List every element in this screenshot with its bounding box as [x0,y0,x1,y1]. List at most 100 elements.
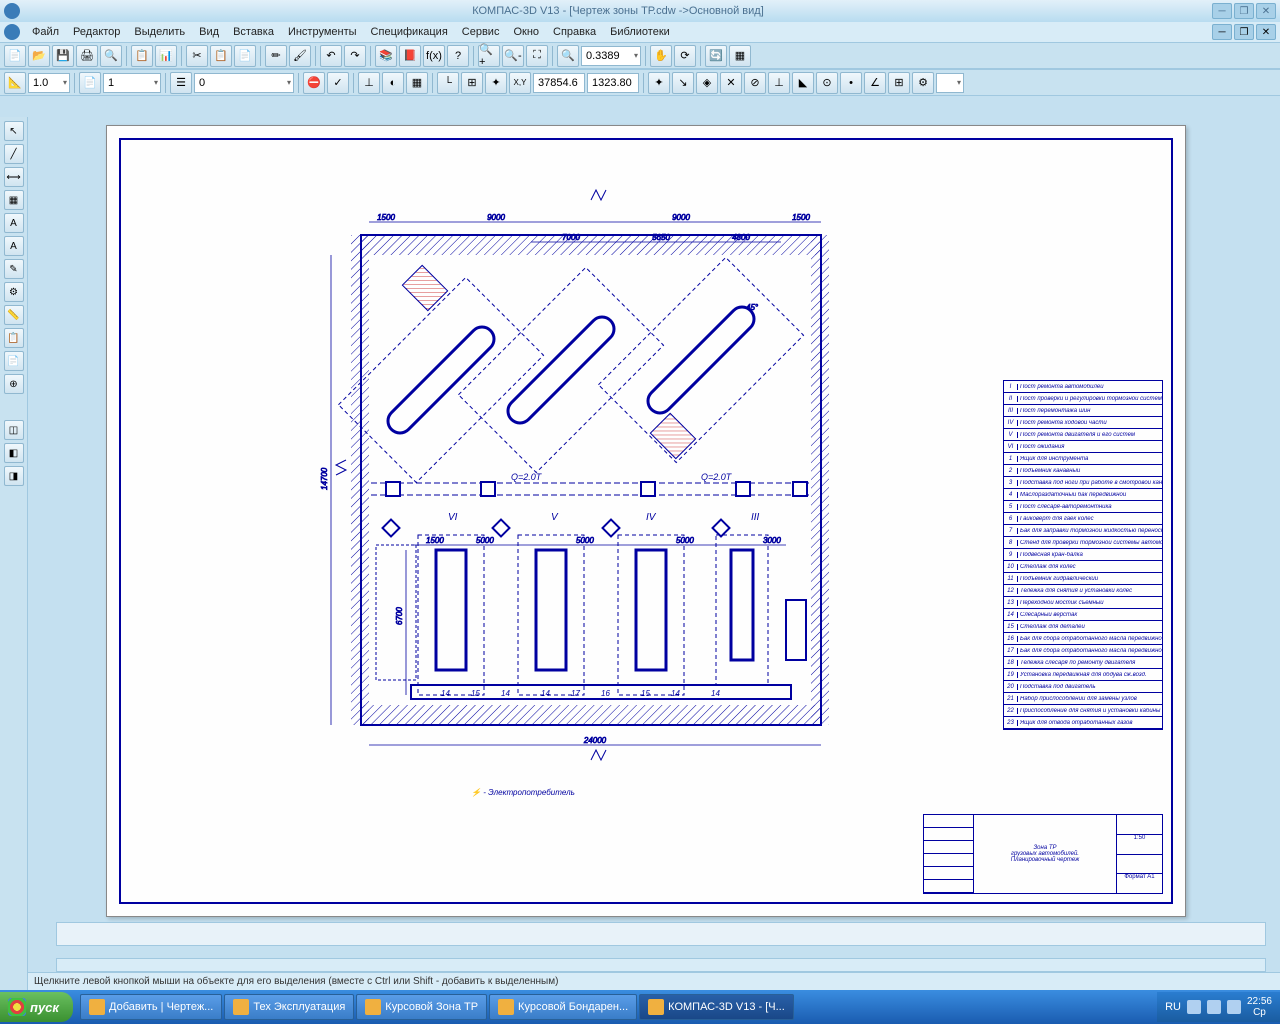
menu-file[interactable]: Файл [26,24,65,40]
snap-tan-button[interactable]: ⊘ [744,72,766,94]
hatch-tool[interactable]: ▦ [4,190,24,210]
menu-service[interactable]: Сервис [456,24,506,40]
scale2-combo[interactable]: 1 [103,73,161,93]
check-button[interactable]: ✓ [327,72,349,94]
open-button[interactable]: 📂 [28,45,50,67]
snap-button[interactable]: ✦ [485,72,507,94]
view-tool[interactable]: ◫ [4,420,24,440]
view1-button[interactable]: ▦ [729,45,751,67]
stop-button[interactable]: ⛔ [303,72,325,94]
text2-tool[interactable]: A [4,236,24,256]
dim-tool[interactable]: ⟷ [4,167,24,187]
coord-x-input[interactable] [533,73,585,93]
edit-tool[interactable]: ✎ [4,259,24,279]
view3-tool[interactable]: ◨ [4,466,24,486]
edit-button[interactable]: ✏ [265,45,287,67]
pan-button[interactable]: ✋ [650,45,672,67]
task-item-2[interactable]: Тех Эксплуатация [224,994,354,1020]
snap-int-button[interactable]: ✕ [720,72,742,94]
snap-norm-button[interactable]: ⊥ [768,72,790,94]
tray-icon-3[interactable] [1227,1000,1241,1014]
redo-button[interactable]: ↷ [344,45,366,67]
scale1-combo[interactable]: 1.0 [28,73,70,93]
props-button[interactable]: 📋 [131,45,153,67]
menu-view[interactable]: Вид [193,24,225,40]
task-item-3[interactable]: Курсовой Зона ТР [356,994,487,1020]
canvas[interactable]: Q=2.0Т Q=2.0Т [28,117,1280,990]
lang-indicator[interactable]: RU [1165,1001,1181,1013]
round-button[interactable]: ◐ [382,72,404,94]
zoom-fit-button[interactable]: ⛶ [526,45,548,67]
property-panel[interactable] [56,922,1266,946]
line-tool[interactable]: ╱ [4,144,24,164]
zoom-out-button[interactable]: 🔍- [502,45,524,67]
vars-button[interactable]: 📊 [155,45,177,67]
zoom-area-button[interactable]: 🔍 [557,45,579,67]
help-button[interactable]: ? [447,45,469,67]
view-button[interactable]: 📄 [79,72,101,94]
measure-tool[interactable]: 📏 [4,305,24,325]
doc-minimize[interactable]: ─ [1212,24,1232,40]
tray-icon-2[interactable] [1207,1000,1221,1014]
start-button[interactable]: пуск [0,992,73,1022]
snap-grid-button[interactable]: ⊞ [461,72,483,94]
doc-restore[interactable]: ❐ [1234,24,1254,40]
lcs-button[interactable]: └ [437,72,459,94]
menu-libs[interactable]: Библиотеки [604,24,676,40]
snap-cfg-button[interactable]: ⚙ [912,72,934,94]
menu-edit[interactable]: Редактор [67,24,126,40]
layer-combo[interactable]: 0 [194,73,294,93]
menu-tools[interactable]: Инструменты [282,24,363,40]
snap-ang-button[interactable]: ∠ [864,72,886,94]
snap-near-button[interactable]: ↘ [672,72,694,94]
menu-help[interactable]: Справка [547,24,602,40]
paste-button[interactable]: 📄 [234,45,256,67]
print-button[interactable]: 🖨 [76,45,98,67]
snap-cen-button[interactable]: ⊙ [816,72,838,94]
zoom-combo[interactable]: 0.3389 [581,46,641,66]
lib1-button[interactable]: 📚 [375,45,397,67]
layer-button[interactable]: ☰ [170,72,192,94]
snap-combo[interactable] [936,73,964,93]
menu-window[interactable]: Окно [507,24,545,40]
clock[interactable]: 22:56 Ср [1247,996,1272,1018]
task-item-4[interactable]: Курсовой Бондарен... [489,994,637,1020]
snap1-button[interactable]: ✦ [648,72,670,94]
doc-close[interactable]: ✕ [1256,24,1276,40]
system-tray[interactable]: RU 22:56 Ср [1157,992,1280,1022]
report-tool[interactable]: 📄 [4,351,24,371]
spec-tool[interactable]: 📋 [4,328,24,348]
scrollbar-horizontal[interactable] [56,958,1266,972]
zoom-in-button[interactable]: 🔍+ [478,45,500,67]
rotate-button[interactable]: ⟳ [674,45,696,67]
menu-insert[interactable]: Вставка [227,24,280,40]
save-button[interactable]: 💾 [52,45,74,67]
snap-pt-button[interactable]: • [840,72,862,94]
grid-button[interactable]: ▦ [406,72,428,94]
tray-icon-1[interactable] [1187,1000,1201,1014]
lib2-button[interactable]: 📕 [399,45,421,67]
preview-button[interactable]: 🔍 [100,45,122,67]
restore-button[interactable]: ❐ [1234,3,1254,19]
minimize-button[interactable]: ─ [1212,3,1232,19]
close-button[interactable]: ✕ [1256,3,1276,19]
ortho-button[interactable]: ⊥ [358,72,380,94]
coord-y-input[interactable] [587,73,639,93]
cut-button[interactable]: ✂ [186,45,208,67]
state-button[interactable]: 📐 [4,72,26,94]
menu-spec[interactable]: Спецификация [365,24,454,40]
snap-grid2-button[interactable]: ⊞ [888,72,910,94]
param-tool[interactable]: ⚙ [4,282,24,302]
copy-button[interactable]: 📋 [210,45,232,67]
refresh-button[interactable]: 🔄 [705,45,727,67]
task-item-5[interactable]: КОМПАС-3D V13 - [Ч... [639,994,794,1020]
text-tool[interactable]: A [4,213,24,233]
snap-end-button[interactable]: ◣ [792,72,814,94]
menu-select[interactable]: Выделить [128,24,191,40]
select-tool[interactable]: ↖ [4,121,24,141]
undo-button[interactable]: ↶ [320,45,342,67]
task-item-1[interactable]: Добавить | Чертеж... [80,994,222,1020]
new-button[interactable]: 📄 [4,45,26,67]
view2-tool[interactable]: ◧ [4,443,24,463]
fx-button[interactable]: f(x) [423,45,445,67]
